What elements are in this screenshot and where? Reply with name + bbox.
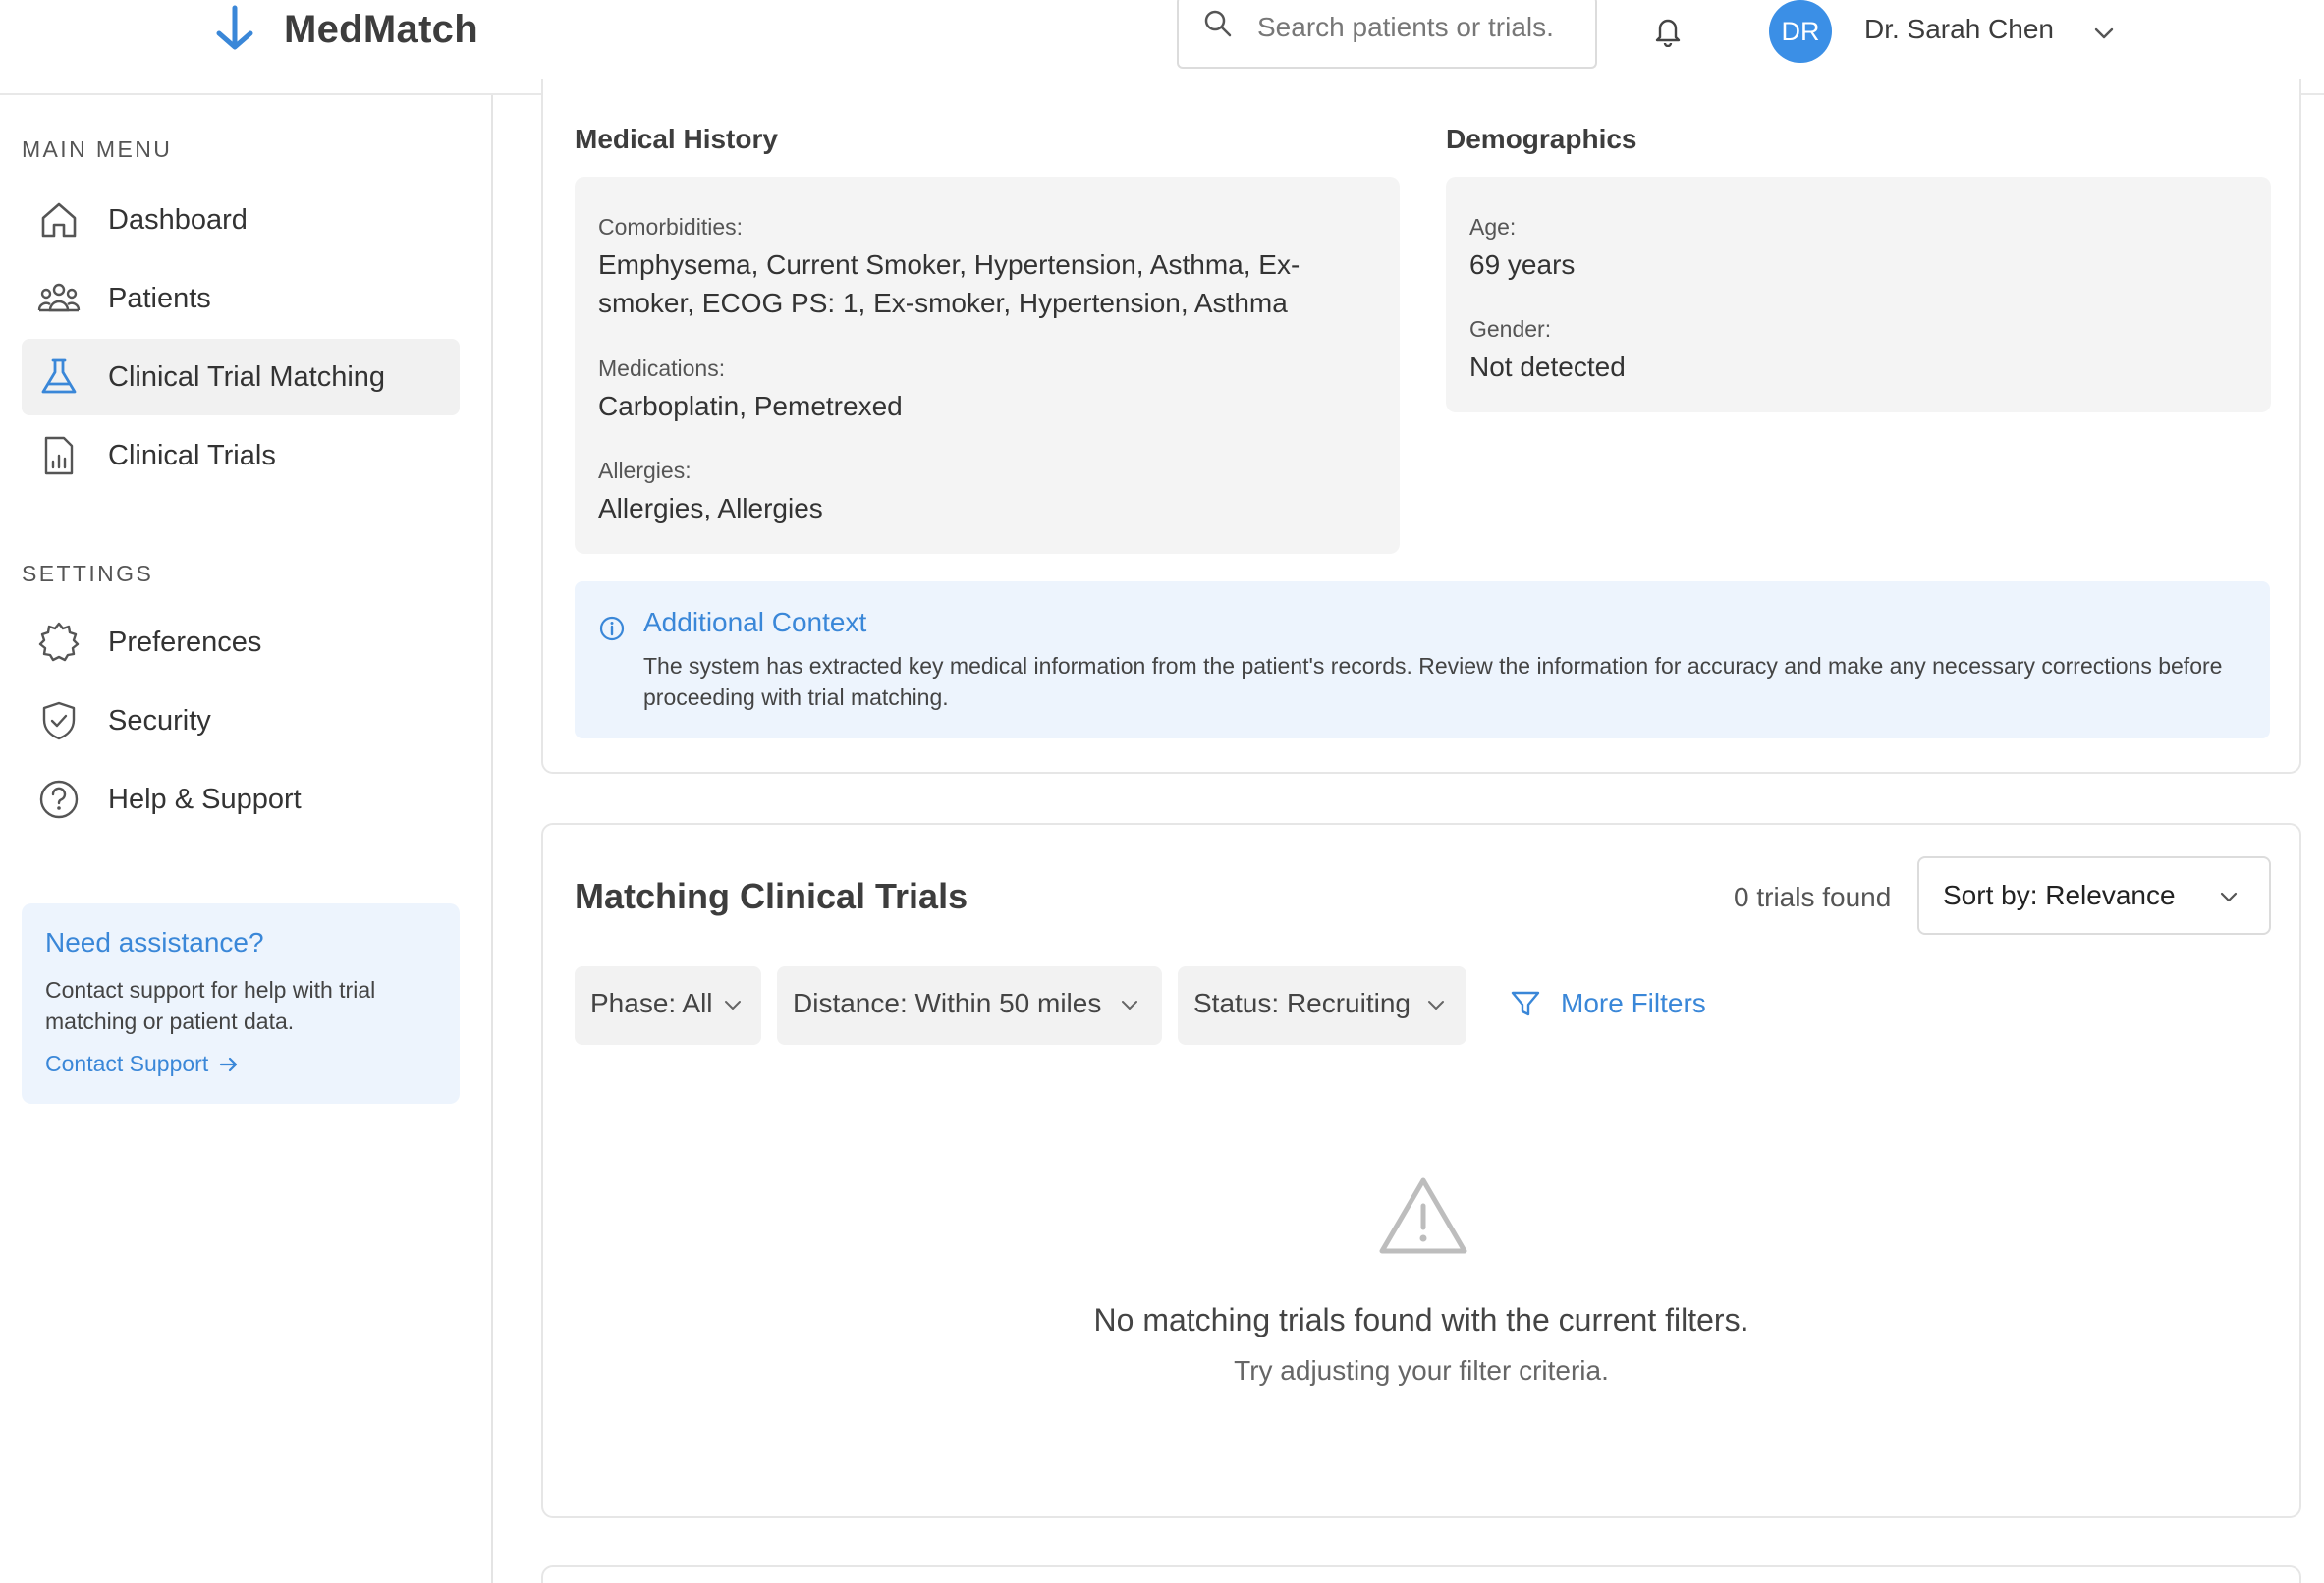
contact-support-label: Contact Support bbox=[45, 1051, 209, 1076]
matching-trials-title: Matching Clinical Trials bbox=[575, 876, 968, 916]
chevron-down-icon bbox=[725, 1001, 741, 1010]
help-card-text: Contact support for help with trial matc… bbox=[45, 977, 376, 1034]
comorbidities-label: Comorbidities: bbox=[598, 214, 743, 240]
flask-icon bbox=[41, 358, 77, 394]
allergies-label: Allergies: bbox=[598, 458, 692, 483]
user-name[interactable]: Dr. Sarah Chen bbox=[1864, 14, 2054, 45]
sidebar-item-clinical-trial-matching[interactable]: Clinical Trial Matching bbox=[22, 339, 460, 415]
phase-filter[interactable]: Phase: All bbox=[575, 966, 761, 1045]
sidebar-item-preferences[interactable]: Preferences bbox=[22, 604, 460, 681]
sidebar-item-patients[interactable]: Patients bbox=[22, 260, 460, 337]
main-menu-label: MAIN MENU bbox=[22, 136, 173, 162]
empty-state-title: No matching trials found with the curren… bbox=[1093, 1302, 1749, 1337]
sidebar-item-dashboard[interactable]: Dashboard bbox=[22, 182, 460, 258]
settings-label: SETTINGS bbox=[22, 561, 154, 586]
chevron-down-icon bbox=[1428, 1001, 1444, 1010]
sidebar-item-label: Patients bbox=[108, 282, 211, 314]
empty-state-subtitle: Try adjusting your filter criteria. bbox=[1234, 1355, 1609, 1386]
additional-context-text: The system has extracted key medical inf… bbox=[643, 653, 2223, 710]
gender-value: Not detected bbox=[1469, 352, 1626, 382]
arrow-right-icon bbox=[220, 1057, 238, 1071]
search-icon bbox=[1204, 10, 1232, 37]
gender-label: Gender: bbox=[1469, 316, 1552, 342]
report-icon bbox=[44, 436, 74, 475]
medical-history-title: Medical History bbox=[575, 124, 778, 154]
age-label: Age: bbox=[1469, 214, 1517, 240]
comorbidities-value: Emphysema, Current Smoker, Hypertension,… bbox=[598, 249, 1300, 318]
sidebar-item-label: Security bbox=[108, 704, 211, 737]
sort-select-label: Sort by: Relevance bbox=[1943, 880, 2176, 910]
sidebar-item-label: Clinical Trials bbox=[108, 439, 276, 471]
more-filters-label: More Filters bbox=[1561, 988, 1706, 1018]
distance-filter[interactable]: Distance: Within 50 miles bbox=[777, 966, 1162, 1045]
status-filter-label: Status: Recruiting bbox=[1193, 988, 1411, 1018]
arrow-down-logo-icon bbox=[216, 5, 253, 50]
info-icon bbox=[599, 616, 625, 641]
search-input[interactable] bbox=[1257, 6, 1581, 49]
medical-history-box: Comorbidities: Emphysema, Current Smoker… bbox=[575, 177, 1400, 554]
sort-select[interactable]: Sort by: Relevance bbox=[1917, 856, 2271, 935]
contact-support-link[interactable]: Contact Support bbox=[45, 1051, 240, 1077]
help-icon bbox=[39, 780, 79, 819]
sidebar-item-label: Clinical Trial Matching bbox=[108, 360, 386, 393]
next-card bbox=[541, 1565, 2301, 1583]
more-filters-button[interactable]: More Filters bbox=[1510, 988, 1706, 1019]
sidebar-item-label: Help & Support bbox=[108, 783, 302, 815]
additional-context-title: Additional Context bbox=[643, 607, 867, 637]
search-box bbox=[1177, 0, 1597, 69]
help-card: Need assistance? Contact support for hel… bbox=[22, 903, 460, 1104]
status-filter[interactable]: Status: Recruiting bbox=[1178, 966, 1466, 1045]
gear-icon bbox=[38, 622, 80, 662]
patient-info-card: Medical History Comorbidities: Emphysema… bbox=[541, 79, 2301, 774]
sidebar-item-label: Dashboard bbox=[108, 203, 248, 236]
shield-icon bbox=[42, 701, 76, 740]
sidebar-item-security[interactable]: Security bbox=[22, 682, 460, 759]
app-name: MedMatch bbox=[284, 7, 478, 51]
additional-context-box: Additional Context The system has extrac… bbox=[575, 581, 2270, 738]
users-icon bbox=[37, 283, 81, 312]
demographics-box: Age: 69 years Gender: Not detected bbox=[1446, 177, 2271, 412]
filter-icon bbox=[1511, 991, 1540, 1016]
sidebar-item-clinical-trials[interactable]: Clinical Trials bbox=[22, 417, 460, 494]
home-icon bbox=[41, 202, 77, 238]
trials-count: 0 trials found bbox=[1734, 882, 1892, 912]
chevron-down-icon bbox=[2220, 892, 2238, 902]
chevron-down-icon[interactable] bbox=[2090, 20, 2118, 47]
medications-label: Medications: bbox=[598, 355, 726, 381]
matching-trials-card: Matching Clinical Trials 0 trials found … bbox=[541, 823, 2301, 1518]
phase-filter-label: Phase: All bbox=[590, 988, 713, 1018]
warning-icon bbox=[1379, 1177, 1467, 1254]
demographics-title: Demographics bbox=[1446, 124, 1637, 154]
distance-filter-label: Distance: Within 50 miles bbox=[793, 988, 1102, 1018]
help-card-title: Need assistance? bbox=[45, 927, 264, 957]
age-value: 69 years bbox=[1469, 249, 1576, 280]
sidebar-item-label: Preferences bbox=[108, 626, 262, 658]
avatar[interactable]: DR bbox=[1769, 0, 1832, 63]
allergies-value: Allergies, Allergies bbox=[598, 493, 823, 523]
chevron-down-icon bbox=[1122, 1001, 1137, 1010]
medications-value: Carboplatin, Pemetrexed bbox=[598, 391, 903, 421]
app-logo[interactable]: MedMatch bbox=[209, 4, 478, 55]
sidebar-item-help-support[interactable]: Help & Support bbox=[22, 761, 460, 838]
sidebar: MAIN MENU Dashboard Patients Clinical Tr… bbox=[0, 95, 493, 1583]
bell-icon[interactable] bbox=[1652, 14, 1684, 47]
